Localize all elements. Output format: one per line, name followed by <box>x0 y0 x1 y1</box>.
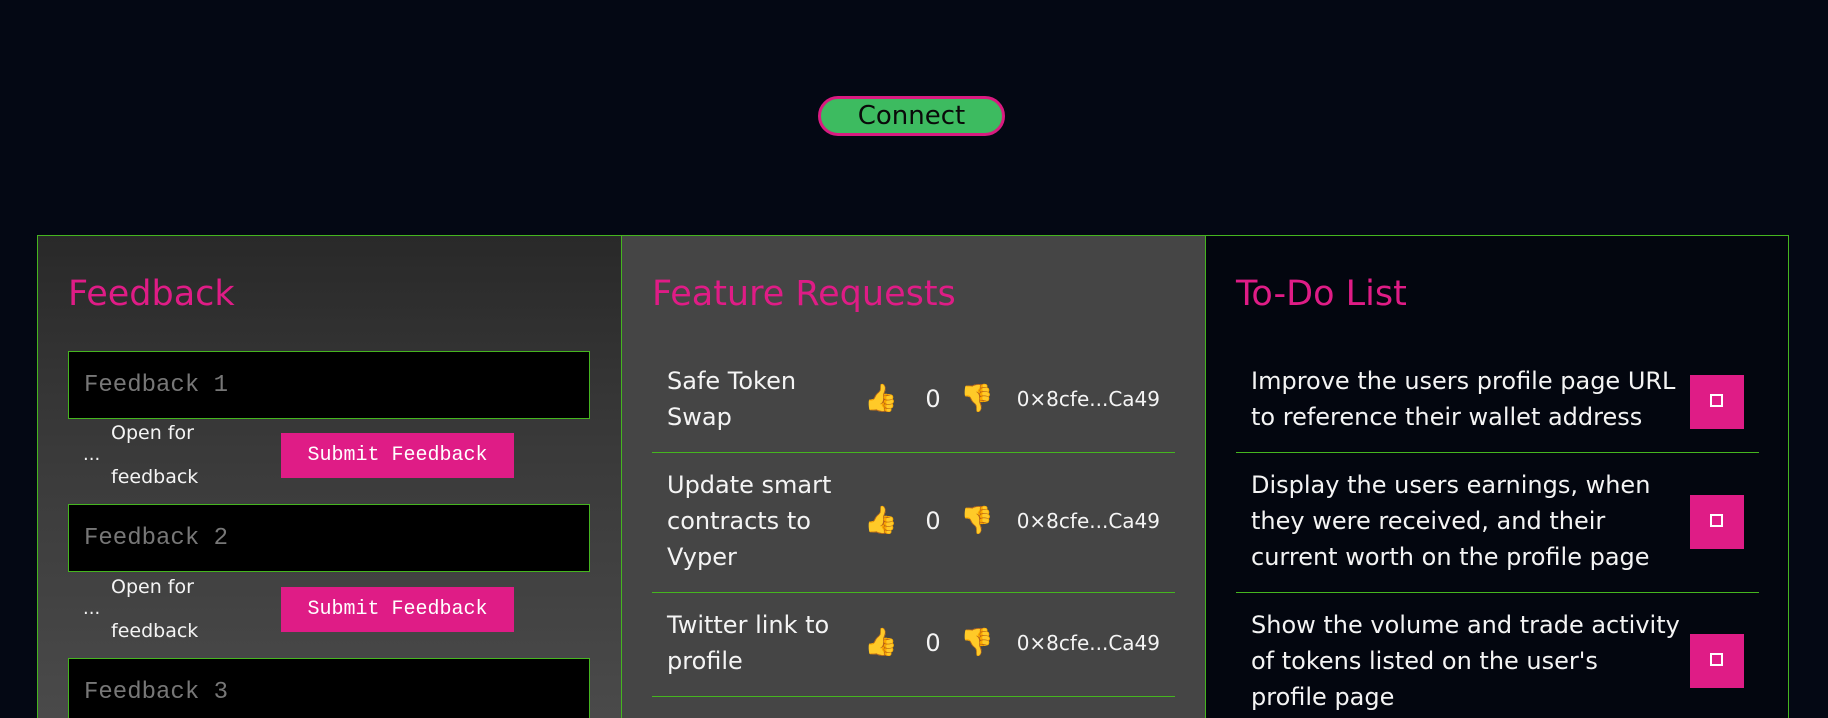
thumbs-down-icon[interactable]: 👎 <box>960 503 994 539</box>
thumbs-down-icon[interactable]: 👎 <box>960 381 994 417</box>
wallet-address: 0×8cfe...Ca49 <box>1016 387 1160 411</box>
feature-request-row: Safe Token Swap 👍 0 👎 0×8cfe...Ca49 <box>652 351 1175 453</box>
feedback-dots: ... <box>83 598 101 619</box>
thumbs-down-icon[interactable]: 👎 <box>960 625 994 661</box>
todo-title: To-Do List <box>1236 274 1407 314</box>
feature-request-row: Twitter link to profile 👍 0 👎 0×8cfe...C… <box>652 594 1175 697</box>
thumbs-up-icon[interactable]: 👍 <box>864 625 898 661</box>
todo-checkbox[interactable] <box>1690 634 1744 688</box>
app-page: Connect Feedback ... Open for feedback S… <box>0 0 1828 718</box>
feedback-panel: Feedback ... Open for feedback Submit Fe… <box>37 236 621 718</box>
todo-item: Show the volume and trade activity of to… <box>1236 594 1759 718</box>
vote-count: 0 <box>925 385 941 413</box>
todo-text: Display the users earnings, when they we… <box>1251 471 1651 571</box>
submit-feedback-button[interactable]: Submit Feedback <box>281 432 514 478</box>
feedback-meta-1: ... Open for feedback Submit Feedback <box>83 422 514 488</box>
todo-panel: To-Do List Improve the users profile pag… <box>1205 236 1789 718</box>
connect-button[interactable]: Connect <box>818 96 1005 136</box>
feature-requests-panel: Feature Requests Safe Token Swap 👍 0 👎 0… <box>621 236 1205 718</box>
feedback-status: Open for feedback <box>111 422 199 488</box>
feedback-title: Feedback <box>68 274 235 314</box>
thumbs-up-icon[interactable]: 👍 <box>864 381 898 417</box>
feedback-input-3[interactable] <box>68 658 590 718</box>
content-panels: Feedback ... Open for feedback Submit Fe… <box>37 235 1789 718</box>
feedback-meta-2: ... Open for feedback Submit Feedback <box>83 576 514 642</box>
feature-requests-title: Feature Requests <box>652 274 956 314</box>
feature-title: Update smart contracts to Vyper <box>667 471 832 571</box>
vote-count: 0 <box>925 507 941 535</box>
feedback-dots: ... <box>83 444 101 465</box>
todo-item: Display the users earnings, when they we… <box>1236 454 1759 593</box>
todo-text: Improve the users profile page URL to re… <box>1251 367 1676 431</box>
feature-title: Safe Token Swap <box>667 367 797 431</box>
todo-checkbox[interactable] <box>1690 495 1744 549</box>
todo-text: Show the volume and trade activity of to… <box>1251 611 1680 711</box>
vote-count: 0 <box>925 629 941 657</box>
thumbs-up-icon[interactable]: 👍 <box>864 503 898 539</box>
submit-feedback-button[interactable]: Submit Feedback <box>281 586 514 632</box>
wallet-address: 0×8cfe...Ca49 <box>1016 509 1160 533</box>
feedback-input-1[interactable] <box>68 351 590 419</box>
feedback-input-2[interactable] <box>68 504 590 572</box>
wallet-address: 0×8cfe...Ca49 <box>1016 631 1160 655</box>
feature-title: Twitter link to profile <box>667 611 830 675</box>
todo-checkbox[interactable] <box>1690 375 1744 429</box>
feedback-status: Open for feedback <box>111 576 199 642</box>
todo-item: Improve the users profile page URL to re… <box>1236 351 1759 453</box>
feature-request-row: Update smart contracts to Vyper 👍 0 👎 0×… <box>652 454 1175 593</box>
